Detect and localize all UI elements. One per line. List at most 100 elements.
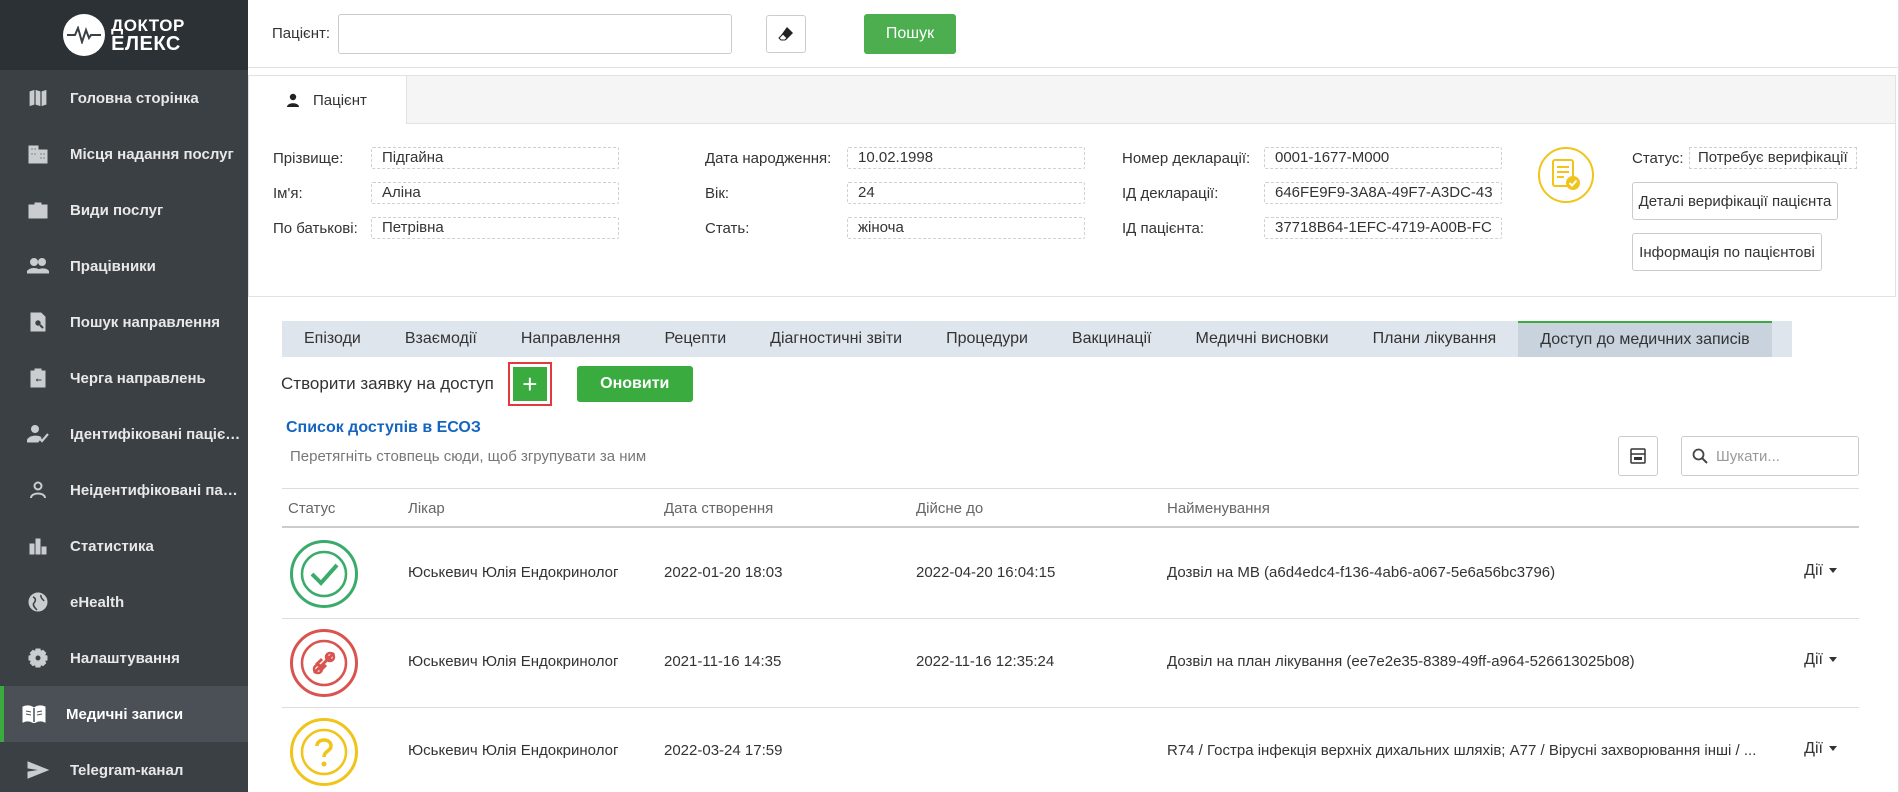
sidebar-item-label: Види послуг — [70, 201, 164, 219]
tab-3[interactable]: Рецепти — [642, 321, 748, 357]
patient-id-label: ІД пацієнта: — [1122, 220, 1205, 237]
patient-search-label: Пацієнт: — [272, 25, 331, 42]
main-content: Пацієнт: Пошук Пацієнт Прізвище: Підгайн… — [248, 0, 1899, 792]
patronymic-value: Петрівна — [371, 217, 619, 239]
person-check-icon — [26, 422, 50, 446]
table-row[interactable]: Юськевич Юлія Ендокринолог 2021-11-16 14:… — [282, 619, 1859, 708]
refresh-button[interactable]: Оновити — [576, 366, 693, 402]
grid-search-input[interactable]: Шукати... — [1681, 436, 1859, 476]
search-button[interactable]: Пошук — [864, 13, 957, 54]
tab-7[interactable]: Медичні висновки — [1174, 321, 1351, 357]
heartbeat-logo-icon — [63, 14, 106, 56]
book-icon — [22, 702, 46, 726]
people-icon — [26, 254, 50, 278]
sidebar-item-label: Медичні записи — [66, 705, 184, 723]
tab-patient[interactable]: Пацієнт — [249, 76, 407, 124]
clear-button[interactable] — [766, 14, 807, 53]
patronymic-label: По батькові: — [273, 220, 358, 237]
sidebar-item-globe[interactable]: eHealth — [0, 574, 248, 630]
sidebar-item-label: Пошук направлення — [70, 313, 220, 331]
dob-value: 10.02.1998 — [847, 147, 1085, 169]
title-cell: Дозвіл на МВ (a6d4edc4-f136-4ab6-a067-5e… — [1167, 564, 1556, 581]
age-value: 24 — [847, 182, 1085, 204]
tab-1[interactable]: Взаємодії — [383, 321, 499, 357]
valid-until-cell: 2022-04-20 16:04:15 — [916, 564, 1056, 581]
export-icon — [1630, 448, 1646, 464]
dob-label: Дата народження: — [705, 150, 832, 167]
sidebar-item-bar-chart[interactable]: Статистика — [0, 518, 248, 574]
patient-info-button[interactable]: Інформація по пацієнтові — [1632, 233, 1822, 271]
sidebar-item-label: Неідентифіковані пацієнти — [70, 481, 245, 499]
grid-search-placeholder: Шукати... — [1716, 447, 1780, 465]
globe-icon — [26, 590, 50, 614]
sidebar-item-label: eHealth — [70, 593, 125, 611]
tab-6[interactable]: Вакцинації — [1050, 321, 1174, 357]
brand-logo[interactable]: ДОКТОР ЕЛЕКС — [0, 0, 248, 70]
created-cell: 2021-11-16 14:35 — [664, 653, 782, 670]
map-icon — [26, 86, 50, 110]
person-outline-icon — [26, 478, 50, 502]
table-row[interactable]: Юськевич Юлія Ендокринолог 2022-01-20 18:… — [282, 530, 1859, 619]
sidebar-item-people[interactable]: Працівники — [0, 238, 248, 294]
verification-details-button[interactable]: Деталі верифікації пацієнта — [1632, 182, 1838, 220]
sidebar-item-briefcase[interactable]: Види послуг — [0, 182, 248, 238]
doctor-cell: Юськевич Юлія Ендокринолог — [408, 742, 619, 759]
surname-label: Прізвище: — [273, 150, 344, 167]
row-actions-dropdown[interactable]: Дії — [1804, 651, 1837, 669]
valid-until-cell: 2022-11-16 12:35:24 — [916, 653, 1055, 670]
row-actions-dropdown[interactable]: Дії — [1804, 562, 1837, 580]
export-button[interactable] — [1618, 436, 1658, 476]
table-row[interactable]: Юськевич Юлія Ендокринолог 2022-03-24 17:… — [282, 708, 1859, 792]
tab-4[interactable]: Діагностичні звіти — [748, 321, 924, 357]
sidebar-item-clipboard[interactable]: Черга направлень — [0, 350, 248, 406]
status-revoked-icon — [290, 629, 358, 697]
row-actions-label: Дії — [1804, 740, 1823, 757]
sidebar-item-label: Працівники — [70, 257, 156, 275]
column-header-title[interactable]: Найменування — [1167, 500, 1270, 517]
add-access-request-button[interactable]: + — [507, 362, 552, 406]
patient-id-value: 37718B64-1EFC-4719-A00B-FC — [1264, 217, 1502, 239]
search-icon — [1692, 448, 1708, 464]
clipboard-icon — [26, 366, 50, 390]
patient-search-input[interactable] — [338, 13, 733, 54]
sidebar-item-map[interactable]: Головна сторінка — [0, 70, 248, 126]
sidebar-item-gear[interactable]: Налаштування — [0, 630, 248, 686]
sidebar-item-person-check[interactable]: Ідентифіковані пацієнти — [0, 406, 248, 462]
created-cell: 2022-01-20 18:03 — [664, 564, 783, 581]
sidebar-item-send[interactable]: Telegram-канал — [0, 742, 248, 792]
bar-chart-icon — [26, 534, 50, 558]
sidebar-item-person-outline[interactable]: Неідентифіковані пацієнти — [0, 462, 248, 518]
sidebar-item-label: Головна сторінка — [70, 89, 199, 107]
column-header-created[interactable]: Дата створення — [664, 500, 773, 517]
tab-9[interactable]: Доступ до медичних записів — [1518, 321, 1772, 357]
person-icon — [287, 93, 299, 107]
tab-8[interactable]: Плани лікування — [1351, 321, 1519, 357]
sex-value: жіноча — [847, 217, 1085, 239]
doctor-cell: Юськевич Юлія Ендокринолог — [408, 653, 619, 670]
declaration-id-value: 646FE9F9-3A8A-49F7-A3DC-43 — [1264, 182, 1502, 204]
access-list-title: Список доступів в ЕСОЗ — [286, 419, 481, 436]
column-header-valid-until[interactable]: Дійсне до — [916, 500, 983, 517]
column-header-status[interactable]: Статус — [288, 500, 335, 517]
group-by-drop-zone[interactable]: Перетягніть стовпець сюди, щоб згрупуват… — [290, 448, 646, 465]
sidebar-item-book[interactable]: Медичні записи — [0, 686, 248, 742]
tab-2[interactable]: Направлення — [499, 321, 643, 357]
sidebar-item-label: Статистика — [70, 537, 154, 555]
building-icon — [26, 142, 50, 166]
tab-0[interactable]: Епізоди — [282, 321, 383, 357]
plus-icon: + — [512, 367, 547, 401]
patient-panel: Пацієнт Прізвище: Підгайна Ім'я: Аліна П… — [248, 75, 1896, 297]
declaration-number-label: Номер декларації: — [1122, 150, 1251, 167]
sidebar-item-doc-search[interactable]: Пошук направлення — [0, 294, 248, 350]
brand-line2: ЕЛЕКС — [111, 33, 181, 55]
status-pending-icon — [290, 718, 358, 786]
column-header-doctor[interactable]: Лікар — [408, 500, 445, 517]
medical-tabs: Епізоди Взаємодії Направлення Рецепти Діагно… — [282, 321, 1792, 357]
row-actions-label: Дії — [1804, 562, 1823, 579]
sidebar-item-label: Черга направлень — [70, 369, 206, 387]
sidebar-item-building[interactable]: Місця надання послуг — [0, 126, 248, 182]
tab-5[interactable]: Процедури — [924, 321, 1050, 357]
create-access-row: Створити заявку на доступ + Оновити — [281, 362, 693, 406]
row-actions-dropdown[interactable]: Дії — [1804, 740, 1837, 758]
sidebar: ДОКТОР ЕЛЕКС Головна сторінка Місця надан… — [0, 0, 248, 792]
